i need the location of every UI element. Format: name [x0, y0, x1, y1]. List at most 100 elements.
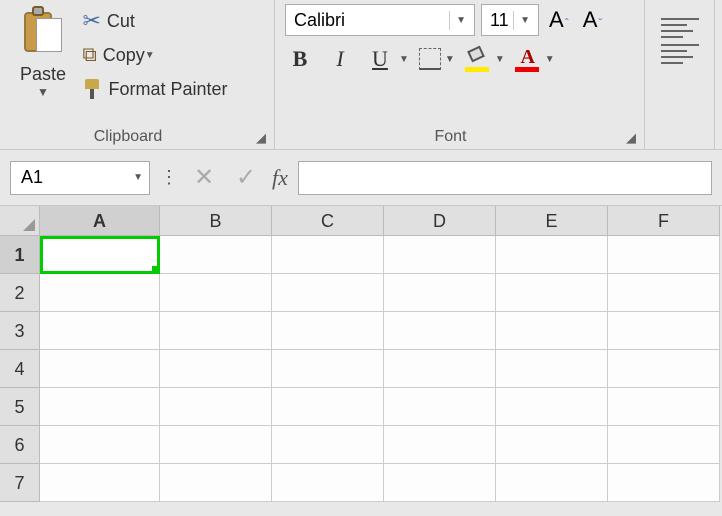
cell-A4[interactable]	[40, 350, 160, 388]
font-group: Calibri ▼ 11 ▼ Aˆ Aˇ B I U ▼ ▼ ▼ A ▼	[275, 0, 645, 150]
cell-B3[interactable]	[160, 312, 272, 350]
font-group-label: Font	[275, 128, 626, 146]
cell-E3[interactable]	[496, 312, 608, 350]
column-header-e[interactable]: E	[496, 206, 608, 236]
italic-button[interactable]: I	[325, 46, 355, 72]
border-button[interactable]	[419, 48, 441, 70]
name-box[interactable]: A1 ▼	[10, 161, 150, 195]
increase-font-size-button[interactable]: Aˆ	[545, 7, 573, 33]
chevron-down-icon[interactable]: ▼	[449, 11, 470, 30]
column-header-d[interactable]: D	[384, 206, 496, 236]
align-top-button[interactable]	[661, 18, 699, 38]
cell-A6[interactable]	[40, 426, 160, 464]
column-header-f[interactable]: F	[608, 206, 720, 236]
cell-B6[interactable]	[160, 426, 272, 464]
cell-F6[interactable]	[608, 426, 720, 464]
spreadsheet-grid: A B C D E F 1234567	[0, 206, 722, 502]
cut-button[interactable]: ✂ Cut	[82, 4, 227, 38]
row-header-1[interactable]: 1	[0, 236, 40, 274]
cut-label: Cut	[107, 11, 135, 32]
paste-button[interactable]: Paste ▼	[10, 4, 76, 99]
chevron-down-icon[interactable]: ▼	[133, 172, 143, 183]
format-painter-label: Format Painter	[108, 79, 227, 100]
chevron-down-icon[interactable]: ▼	[513, 11, 534, 30]
cell-F5[interactable]	[608, 388, 720, 426]
cell-D6[interactable]	[384, 426, 496, 464]
font-color-button[interactable]: A	[515, 46, 541, 72]
font-size-combo[interactable]: 11 ▼	[481, 4, 539, 36]
name-box-value: A1	[21, 167, 43, 188]
chevron-down-icon[interactable]: ▼	[145, 50, 155, 61]
cell-E6[interactable]	[496, 426, 608, 464]
chevron-down-icon[interactable]: ▼	[399, 54, 409, 65]
fill-color-button[interactable]	[465, 46, 491, 72]
cell-F7[interactable]	[608, 464, 720, 502]
underline-button[interactable]: U	[365, 46, 395, 72]
row-header-6[interactable]: 6	[0, 426, 40, 464]
cell-A7[interactable]	[40, 464, 160, 502]
cancel-formula-button[interactable]: ✕	[188, 163, 220, 192]
insert-function-button[interactable]: fx	[272, 165, 288, 191]
cell-B2[interactable]	[160, 274, 272, 312]
font-name-value: Calibri	[294, 10, 345, 31]
chevron-down-icon[interactable]: ▼	[545, 54, 555, 65]
cell-D4[interactable]	[384, 350, 496, 388]
cell-A3[interactable]	[40, 312, 160, 350]
chevron-down-icon[interactable]: ▼	[10, 85, 76, 99]
cell-B1[interactable]	[160, 236, 272, 274]
bold-button[interactable]: B	[285, 46, 315, 72]
select-all-corner[interactable]	[0, 206, 40, 236]
cell-A5[interactable]	[40, 388, 160, 426]
cell-C5[interactable]	[272, 388, 384, 426]
cell-D5[interactable]	[384, 388, 496, 426]
row-header-5[interactable]: 5	[0, 388, 40, 426]
cell-D2[interactable]	[384, 274, 496, 312]
cell-A2[interactable]	[40, 274, 160, 312]
cell-C1[interactable]	[272, 236, 384, 274]
cell-E7[interactable]	[496, 464, 608, 502]
cell-C6[interactable]	[272, 426, 384, 464]
cell-C4[interactable]	[272, 350, 384, 388]
row-header-7[interactable]: 7	[0, 464, 40, 502]
formula-input[interactable]	[298, 161, 712, 195]
cell-F2[interactable]	[608, 274, 720, 312]
decrease-font-size-button[interactable]: Aˇ	[579, 7, 607, 33]
cell-D7[interactable]	[384, 464, 496, 502]
row-header-4[interactable]: 4	[0, 350, 40, 388]
cell-D3[interactable]	[384, 312, 496, 350]
cell-A1[interactable]	[40, 236, 160, 274]
cell-E5[interactable]	[496, 388, 608, 426]
cell-B4[interactable]	[160, 350, 272, 388]
cell-F4[interactable]	[608, 350, 720, 388]
cell-D1[interactable]	[384, 236, 496, 274]
column-header-a[interactable]: A	[40, 206, 160, 236]
row-header-2[interactable]: 2	[0, 274, 40, 312]
cell-F3[interactable]	[608, 312, 720, 350]
column-header-b[interactable]: B	[160, 206, 272, 236]
cell-E2[interactable]	[496, 274, 608, 312]
column-header-c[interactable]: C	[272, 206, 384, 236]
cell-E4[interactable]	[496, 350, 608, 388]
dialog-launcher-icon[interactable]: ◢	[256, 130, 270, 144]
cell-C3[interactable]	[272, 312, 384, 350]
copy-button[interactable]: ⧉ Copy ▼	[82, 38, 227, 72]
paintbrush-icon	[82, 79, 102, 99]
align-left-button[interactable]	[661, 44, 699, 64]
clipboard-group: Paste ▼ ✂ Cut ⧉ Copy ▼ Format Painter Cl…	[0, 0, 275, 150]
row-header-3[interactable]: 3	[0, 312, 40, 350]
copy-icon: ⧉	[82, 44, 96, 67]
cell-E1[interactable]	[496, 236, 608, 274]
cell-B7[interactable]	[160, 464, 272, 502]
cell-C7[interactable]	[272, 464, 384, 502]
chevron-down-icon[interactable]: ▼	[445, 54, 455, 65]
font-name-combo[interactable]: Calibri ▼	[285, 4, 475, 36]
chevron-down-icon[interactable]: ▼	[495, 54, 505, 65]
cell-C2[interactable]	[272, 274, 384, 312]
cell-B5[interactable]	[160, 388, 272, 426]
copy-label: Copy	[103, 45, 145, 66]
dialog-launcher-icon[interactable]: ◢	[626, 130, 640, 144]
cell-F1[interactable]	[608, 236, 720, 274]
clipboard-group-label: Clipboard	[0, 128, 256, 146]
enter-formula-button[interactable]: ✓	[230, 163, 262, 192]
format-painter-button[interactable]: Format Painter	[82, 72, 227, 106]
